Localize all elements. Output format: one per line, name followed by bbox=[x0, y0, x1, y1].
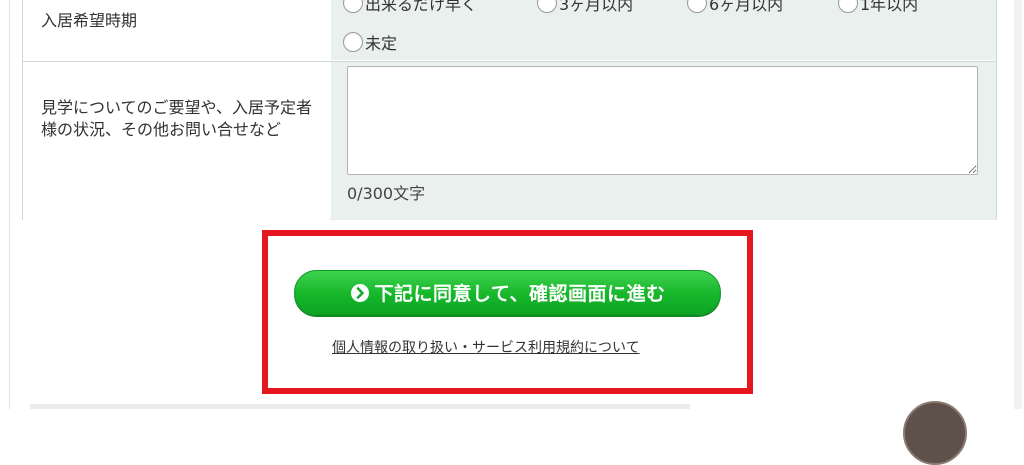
radio-circle[interactable] bbox=[838, 0, 858, 13]
radio-asap[interactable]: 出来るだけ早く bbox=[343, 0, 477, 15]
section-divider bbox=[30, 404, 690, 409]
requests-label: 見学についてのご要望や、入居予定者様の状況、その他お問い合せなど bbox=[41, 98, 313, 139]
privacy-policy-link[interactable]: 個人情報の取り扱い・サービス利用規約について bbox=[332, 337, 640, 357]
radio-undecided-label: 未定 bbox=[365, 34, 398, 53]
character-counter: 0/300文字 bbox=[347, 184, 426, 203]
radio-1-year-label: 1年以内 bbox=[860, 0, 919, 14]
scrollbar[interactable] bbox=[1012, 0, 1024, 409]
radio-undecided[interactable]: 未定 bbox=[343, 30, 397, 54]
radio-1-year[interactable]: 1年以内 bbox=[838, 0, 918, 15]
move-in-time-options: 出来るだけ早く 3ヶ月以内 6ヶ月以内 1年以内 未定 bbox=[331, 0, 996, 60]
radio-circle[interactable] bbox=[687, 0, 707, 13]
radio-6-months[interactable]: 6ヶ月以内 bbox=[687, 0, 783, 15]
radio-3-months-label: 3ヶ月以内 bbox=[559, 0, 634, 14]
radio-circle[interactable] bbox=[343, 0, 363, 13]
move-in-time-label-cell: 入居希望時期 bbox=[23, 0, 330, 60]
radio-asap-label: 出来るだけ早く bbox=[365, 0, 478, 14]
agree-and-confirm-label: 下記に同意して、確認画面に進む bbox=[374, 283, 666, 305]
page-left-rule bbox=[9, 0, 10, 409]
radio-6-months-label: 6ヶ月以内 bbox=[709, 0, 784, 14]
radio-circle[interactable] bbox=[537, 0, 557, 13]
scrollbar-thumb[interactable] bbox=[1014, 0, 1022, 409]
move-in-time-label: 入居希望時期 bbox=[41, 11, 138, 30]
circle-chevron-right-icon bbox=[350, 283, 370, 303]
agree-and-confirm-button[interactable]: 下記に同意して、確認画面に進む bbox=[294, 270, 721, 315]
radio-circle[interactable] bbox=[343, 32, 363, 52]
requests-textarea[interactable] bbox=[347, 66, 978, 175]
requests-input-cell: 0/300文字 bbox=[331, 62, 996, 220]
requests-row: 見学についてのご要望や、入居予定者様の状況、その他お問い合せなど 0/300文字 bbox=[23, 61, 996, 220]
inquiry-form-table: 入居希望時期 出来るだけ早く 3ヶ月以内 6ヶ月以内 1年以内 未定 見学につい… bbox=[22, 0, 997, 220]
move-in-time-row: 入居希望時期 出来るだけ早く 3ヶ月以内 6ヶ月以内 1年以内 未定 bbox=[23, 0, 996, 60]
avatar bbox=[903, 401, 967, 465]
requests-label-cell: 見学についてのご要望や、入居予定者様の状況、その他お問い合せなど bbox=[23, 62, 330, 220]
radio-3-months[interactable]: 3ヶ月以内 bbox=[537, 0, 633, 15]
